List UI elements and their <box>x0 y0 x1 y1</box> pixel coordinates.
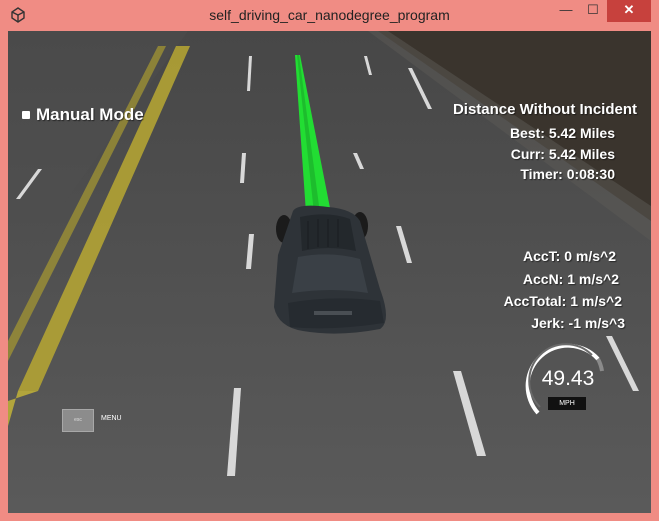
acc-t: AccT: 0 m/s^2 <box>523 248 616 264</box>
current-distance: Curr: 5.42 Miles <box>510 146 615 162</box>
best-distance: Best: 5.42 Miles <box>509 125 615 141</box>
close-button[interactable]: ✕ <box>607 0 651 22</box>
jerk: Jerk: -1 m/s^3 <box>531 315 625 331</box>
menu-label: MENU <box>101 415 122 422</box>
manual-mode-label: Manual Mode <box>36 105 144 124</box>
timer: Timer: 0:08:30 <box>520 166 615 182</box>
distance-title: Distance Without Incident <box>452 101 637 118</box>
speed-unit: MPH <box>548 397 586 410</box>
title-bar[interactable]: self_driving_car_nanodegree_program — ☐ … <box>0 0 659 31</box>
menu-button[interactable]: esc <box>62 409 94 432</box>
minimize-button[interactable]: — <box>554 0 578 22</box>
checkbox-icon[interactable] <box>22 111 30 119</box>
simulator-window: self_driving_car_nanodegree_program — ☐ … <box>0 0 659 521</box>
maximize-button[interactable]: ☐ <box>580 0 606 22</box>
acc-n: AccN: 1 m/s^2 <box>522 271 619 287</box>
game-viewport[interactable]: Manual Mode Distance Without Incident Be… <box>8 31 651 513</box>
acc-total: AccTotal: 1 m/s^2 <box>503 293 622 309</box>
manual-mode-toggle[interactable]: Manual Mode <box>22 105 144 125</box>
speed-value: 49.43 <box>541 367 595 390</box>
